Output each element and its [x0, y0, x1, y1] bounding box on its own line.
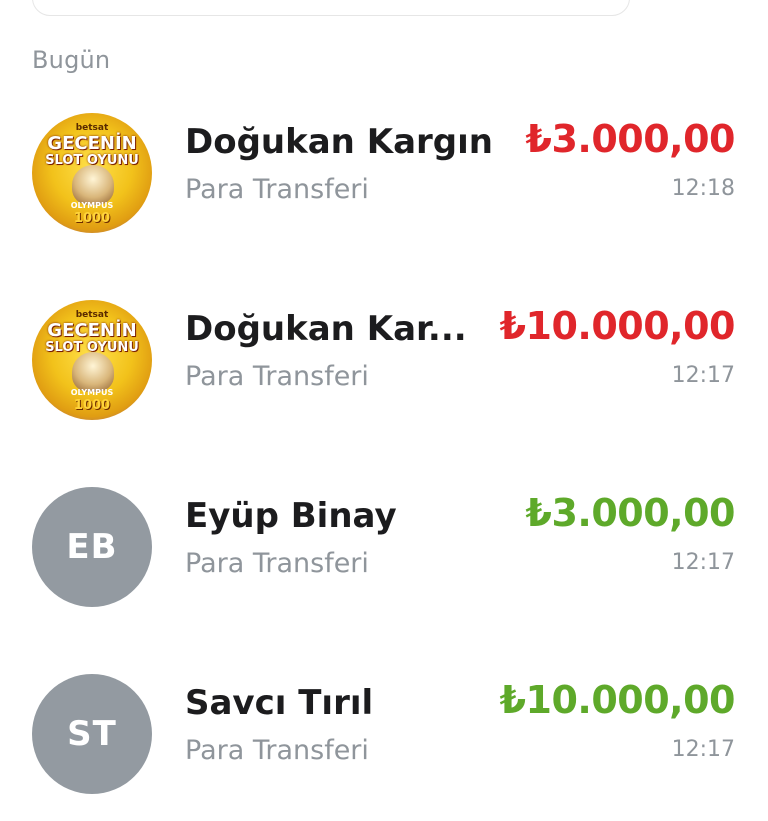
zeus-figure-icon [72, 352, 114, 392]
transaction-name: Doğukan Kargın [185, 122, 493, 162]
transaction-amount: ₺10.000,00 [499, 678, 736, 722]
promo-avatar: betsat GECENİN SLOT OYUNU OLYMPUS 1000 [32, 113, 152, 233]
promo-number: 1000 [73, 211, 111, 226]
transaction-subtitle: Para Transferi [185, 361, 369, 392]
promo-game: OLYMPUS [70, 388, 114, 397]
transaction-amount: ₺3.000,00 [525, 117, 736, 161]
transaction-amount: ₺3.000,00 [525, 491, 736, 535]
transaction-row[interactable]: betsat GECENİN SLOT OYUNU OLYMPUS 1000 D… [0, 110, 768, 260]
transaction-subtitle: Para Transferi [185, 174, 369, 205]
transaction-time: 12:18 [671, 176, 735, 201]
transaction-amount: ₺10.000,00 [499, 304, 736, 348]
transaction-subtitle: Para Transferi [185, 735, 369, 766]
promo-number: 1000 [73, 398, 111, 413]
promo-brand: betsat [75, 123, 109, 133]
promo-title: GECENİN SLOT OYUNU [45, 133, 139, 168]
promo-game: OLYMPUS [70, 201, 114, 210]
section-header-today: Bugün [32, 46, 111, 74]
transaction-row[interactable]: betsat GECENİN SLOT OYUNU OLYMPUS 1000 D… [0, 297, 768, 447]
transaction-time: 12:17 [671, 550, 735, 575]
avatar: ST [32, 674, 152, 794]
zeus-figure-icon [72, 165, 114, 205]
transaction-row[interactable]: ST Savcı Tırıl Para Transferi ₺10.000,00… [0, 671, 768, 821]
promo-title: GECENİN SLOT OYUNU [45, 320, 139, 355]
avatar: EB [32, 487, 152, 607]
transaction-time: 12:17 [671, 737, 735, 762]
transaction-time: 12:17 [671, 363, 735, 388]
transaction-name: Savcı Tırıl [185, 683, 374, 723]
promo-brand: betsat [75, 310, 109, 320]
promo-avatar: betsat GECENİN SLOT OYUNU OLYMPUS 1000 [32, 300, 152, 420]
transaction-subtitle: Para Transferi [185, 548, 369, 579]
search-bar[interactable] [32, 0, 630, 16]
transaction-row[interactable]: EB Eyüp Binay Para Transferi ₺3.000,00 1… [0, 484, 768, 634]
transaction-name: Doğukan Kar... [185, 309, 467, 349]
transaction-name: Eyüp Binay [185, 496, 397, 536]
